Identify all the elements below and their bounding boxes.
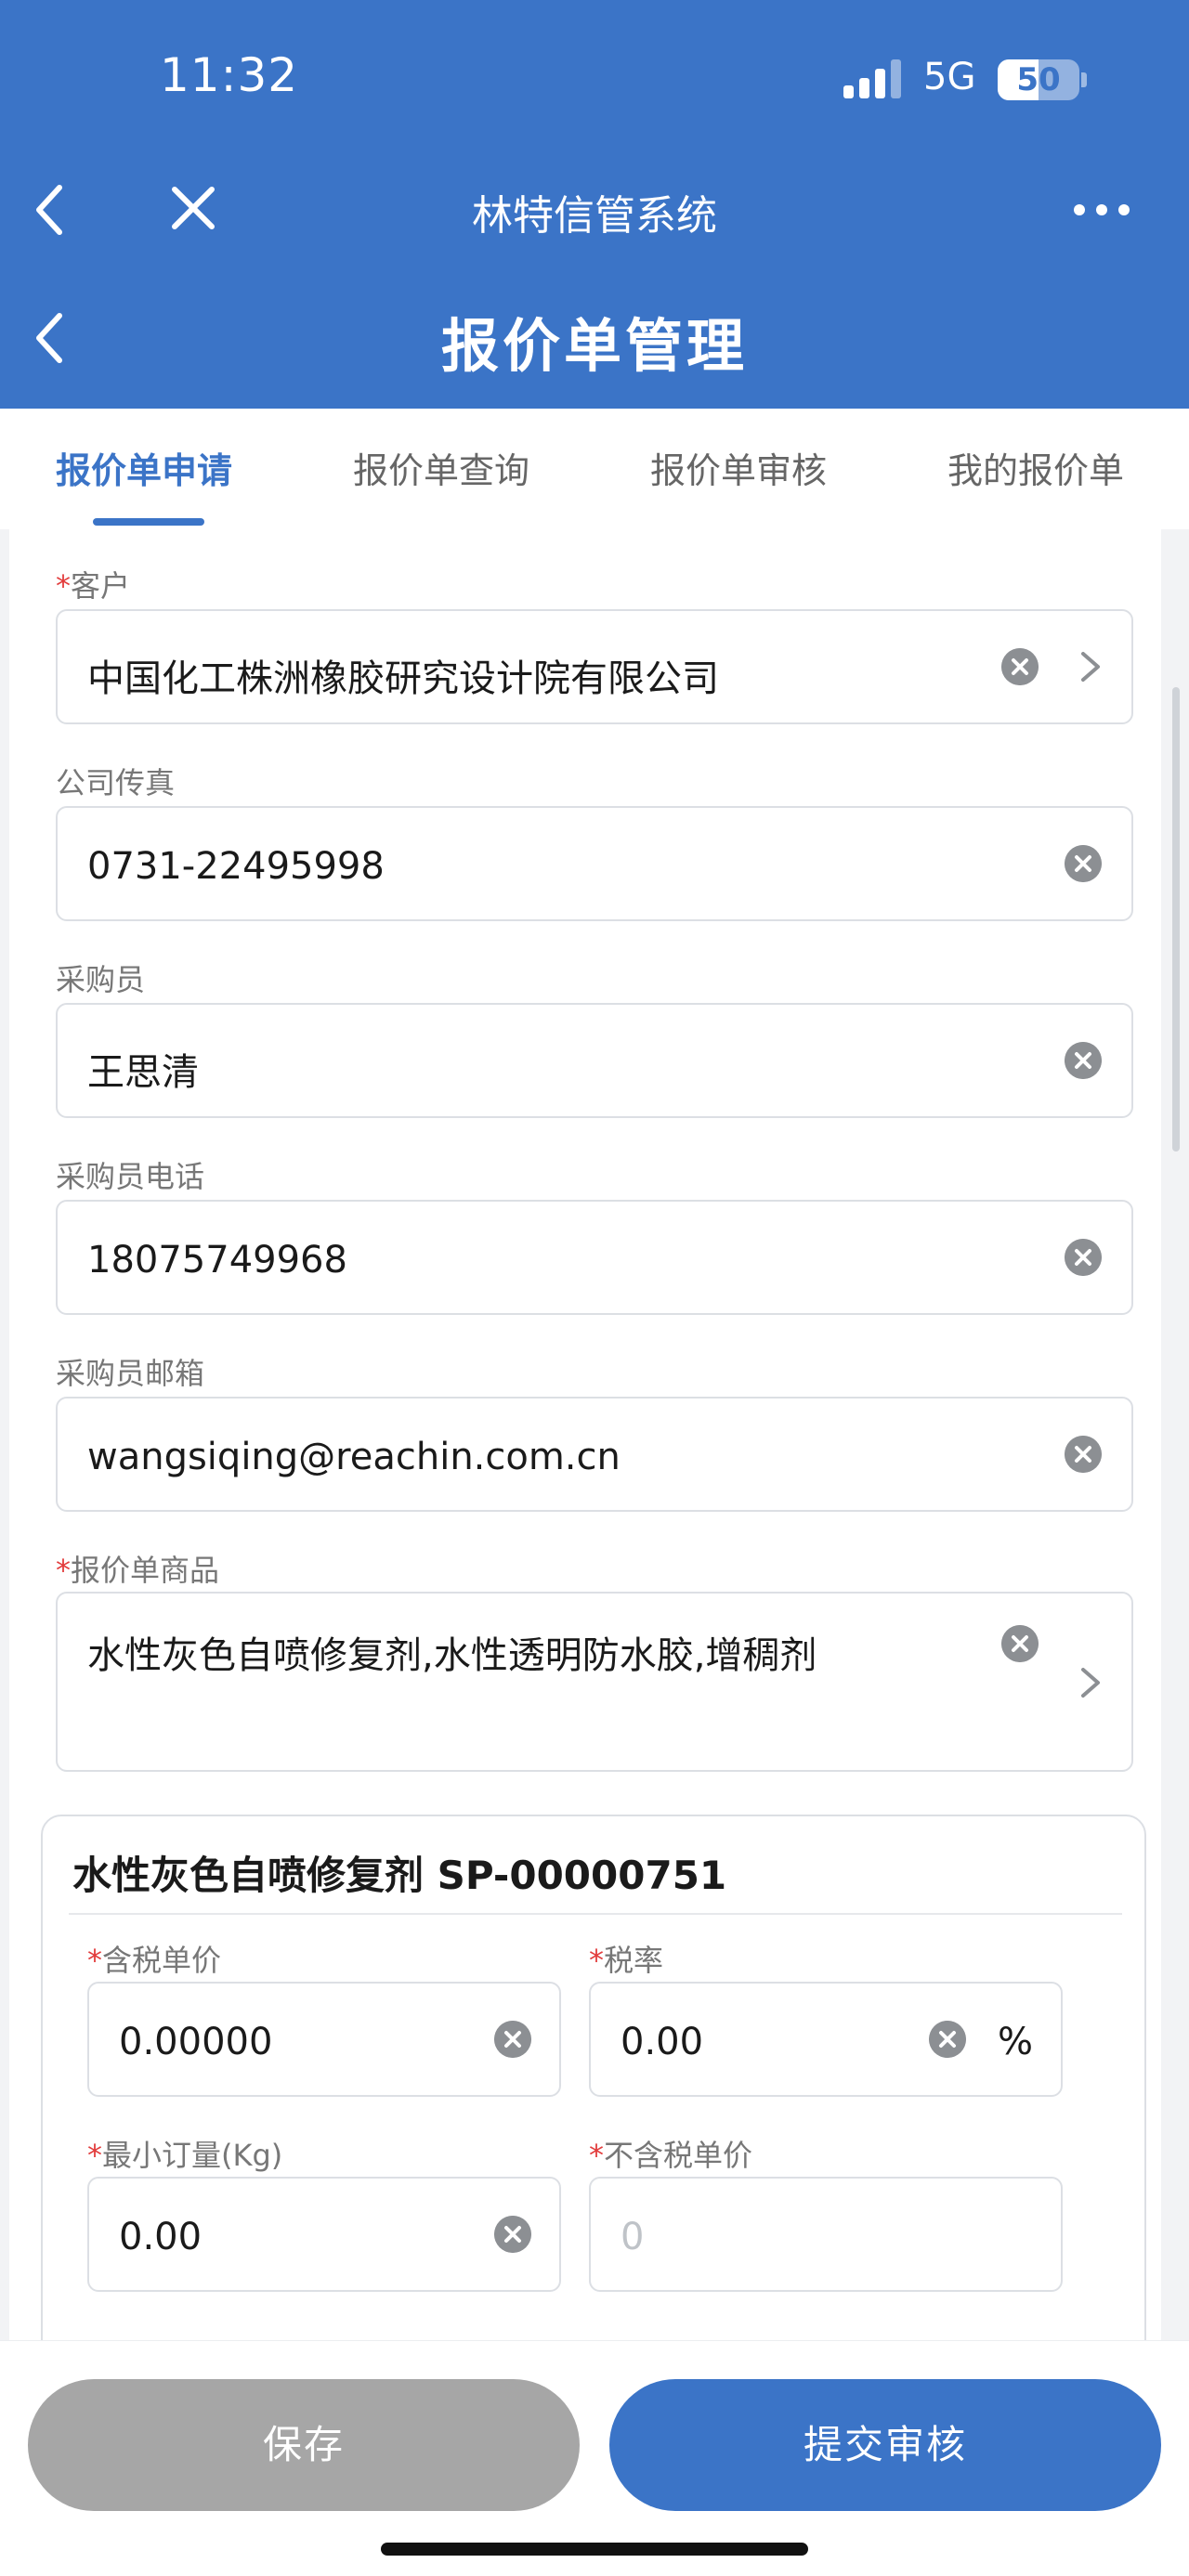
tax-rate-value: 0.00 (621, 2021, 704, 2063)
home-indicator (381, 2543, 808, 2556)
buyer-phone-field[interactable]: 18075749968 (56, 1200, 1133, 1315)
tab-quote-apply[interactable]: 报价单申请 (56, 442, 232, 493)
battery-tip (1081, 72, 1087, 87)
network-type: 5G (923, 56, 976, 98)
product-title: 水性灰色自喷修复剂 SP-00000751 (72, 1853, 727, 1898)
clear-icon[interactable] (1065, 1042, 1102, 1079)
clear-icon[interactable] (494, 2216, 531, 2253)
tab-indicator (93, 518, 204, 526)
chevron-right-icon[interactable] (1079, 1666, 1102, 1699)
clear-icon[interactable] (1001, 648, 1039, 685)
tab-quote-review[interactable]: 报价单审核 (650, 442, 827, 493)
battery-level: 50 (1016, 61, 1061, 98)
battery-icon: 50 (998, 59, 1079, 100)
min-order-field[interactable]: 0.00 (87, 2177, 561, 2292)
clear-icon[interactable] (1065, 1239, 1102, 1276)
save-button[interactable]: 保存 (28, 2379, 580, 2511)
price-excl-tax-label: *不含税单价 (589, 2138, 753, 2173)
buyer-email-label: 采购员邮箱 (56, 1356, 205, 1391)
buyer-field[interactable]: 王思清 (56, 1003, 1133, 1118)
products-field[interactable]: 水性灰色自喷修复剂,水性透明防水胶,增稠剂 (56, 1592, 1133, 1772)
tab-my-quotes[interactable]: 我的报价单 (947, 442, 1124, 493)
price-incl-tax-field[interactable]: 0.00000 (87, 1982, 561, 2097)
buyer-phone-label: 采购员电话 (56, 1159, 205, 1194)
fax-field[interactable]: 0731-22495998 (56, 806, 1133, 921)
customer-value: 中国化工株洲橡胶研究设计院有限公司 (87, 657, 719, 700)
customer-field[interactable]: 中国化工株洲橡胶研究设计院有限公司 (56, 609, 1133, 724)
chevron-right-icon[interactable] (1079, 650, 1102, 683)
price-excl-tax-field[interactable]: 0 (589, 2177, 1063, 2292)
fax-value: 0731-22495998 (87, 845, 385, 888)
products-label: *报价单商品 (56, 1553, 220, 1588)
signal-icon (843, 59, 903, 98)
tax-rate-label: *税率 (589, 1943, 664, 1978)
clear-icon[interactable] (929, 2021, 966, 2058)
divider (69, 1913, 1122, 1915)
clear-icon[interactable] (1065, 845, 1102, 882)
app-header: 11:32 5G 50 林特信管系统 报价单管理 (0, 0, 1189, 409)
tax-rate-unit: % (998, 2021, 1034, 2063)
tax-rate-field[interactable]: 0.00 % (589, 1982, 1063, 2097)
clear-icon[interactable] (494, 2021, 531, 2058)
status-time: 11:32 (160, 48, 299, 102)
price-incl-tax-label: *含税单价 (87, 1943, 222, 1978)
buyer-email-value: wangsiqing@reachin.com.cn (87, 1436, 621, 1478)
min-order-label: *最小订量(Kg) (87, 2138, 283, 2173)
buyer-email-field[interactable]: wangsiqing@reachin.com.cn (56, 1397, 1133, 1512)
products-value: 水性灰色自喷修复剂,水性透明防水胶,增稠剂 (87, 1634, 817, 1677)
fax-label: 公司传真 (56, 765, 176, 800)
buyer-label: 采购员 (56, 962, 146, 997)
scrollbar[interactable] (1172, 687, 1180, 1151)
clear-icon[interactable] (1065, 1436, 1102, 1473)
page-title: 报价单管理 (440, 312, 748, 380)
tab-bar: 报价单申请 报价单查询 报价单审核 我的报价单 (0, 409, 1189, 529)
buyer-phone-value: 18075749968 (87, 1239, 347, 1281)
price-excl-tax-placeholder: 0 (621, 2216, 645, 2258)
app-title: 林特信管系统 (472, 192, 717, 240)
buyer-value: 王思清 (87, 1051, 199, 1094)
tab-quote-query[interactable]: 报价单查询 (353, 442, 529, 493)
submit-review-button[interactable]: 提交审核 (609, 2379, 1161, 2511)
customer-label: *客户 (56, 568, 131, 604)
min-order-value: 0.00 (119, 2216, 203, 2258)
more-icon[interactable] (1072, 202, 1131, 217)
price-incl-tax-value: 0.00000 (119, 2021, 273, 2063)
clear-icon[interactable] (1001, 1625, 1039, 1662)
